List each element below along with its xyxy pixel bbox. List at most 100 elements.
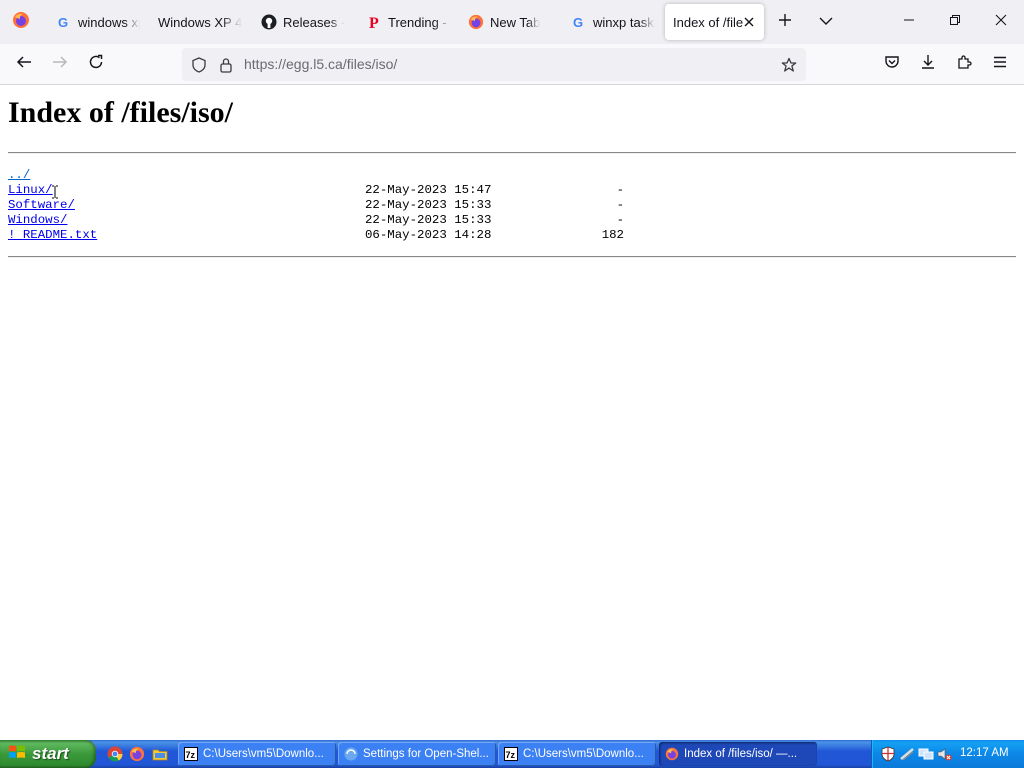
entry-date: 06-May-2023 14:28 bbox=[365, 228, 492, 242]
entry-date: 22-May-2023 15:33 bbox=[365, 198, 492, 212]
listing-row: ! README.txt 06-May-2023 14:28 182 bbox=[8, 228, 1016, 243]
taskbar-item-firefox-active[interactable]: Index of /files/iso/ —... bbox=[659, 742, 817, 766]
tab-github-releases[interactable]: Releases · O bbox=[253, 4, 353, 40]
page-heading: Index of /files/iso/ bbox=[8, 96, 234, 129]
firefox-icon bbox=[468, 14, 484, 30]
close-window-button[interactable] bbox=[978, 0, 1024, 44]
directory-listing: ../ Linux/ 22-May-2023 15:47 - Software/… bbox=[8, 168, 1016, 243]
divider-bottom bbox=[8, 256, 1016, 258]
clock[interactable]: 12:17 AM bbox=[960, 747, 1009, 759]
tab-title: Releases · O bbox=[283, 14, 345, 30]
listing-row: Windows/ 22-May-2023 15:33 - bbox=[8, 213, 1016, 228]
quicklaunch-explorer-icon[interactable] bbox=[151, 745, 169, 763]
7zip-icon: 7z bbox=[184, 747, 198, 761]
firefox-icon bbox=[665, 747, 679, 761]
tab-pinterest-trending[interactable]: P Trending - P bbox=[358, 4, 458, 40]
url-text[interactable]: https://egg.l5.ca/files/iso/ bbox=[244, 56, 397, 72]
tracking-protection-shield-icon[interactable] bbox=[190, 56, 208, 74]
windows-logo-icon bbox=[8, 743, 26, 766]
google-g-icon: G bbox=[56, 14, 72, 30]
bookmark-star-icon[interactable] bbox=[780, 56, 798, 74]
entry-size: 182 bbox=[601, 228, 624, 242]
taskbar-item-label: Index of /files/iso/ —... bbox=[684, 748, 798, 760]
plus-icon bbox=[778, 13, 792, 32]
download-icon bbox=[920, 54, 936, 75]
entry-link-readme[interactable]: ! README.txt bbox=[8, 228, 97, 243]
parent-directory-link[interactable]: ../ bbox=[8, 168, 30, 183]
network-computer-icon[interactable] bbox=[918, 746, 934, 762]
svg-text:7z: 7z bbox=[506, 750, 516, 760]
taskbar-item-7zip-2[interactable]: 7z C:\Users\vm5\Downlo... bbox=[498, 742, 656, 766]
downloads-button[interactable] bbox=[912, 48, 944, 80]
minimize-button[interactable] bbox=[886, 0, 932, 44]
network-disconnected-icon[interactable] bbox=[899, 746, 915, 762]
parent-directory-row: ../ bbox=[8, 168, 1016, 183]
listing-row: Software/ 22-May-2023 15:33 - bbox=[8, 198, 1016, 213]
taskbar-item-label: C:\Users\vm5\Downlo... bbox=[203, 748, 324, 760]
reload-icon bbox=[88, 54, 104, 75]
svg-text:P: P bbox=[369, 15, 379, 30]
entry-date: 22-May-2023 15:33 bbox=[365, 213, 492, 227]
svg-text:G: G bbox=[58, 15, 68, 29]
pocket-button[interactable] bbox=[876, 48, 908, 80]
tab-index-of-files-active[interactable]: Index of /file bbox=[665, 4, 764, 40]
entry-link-software[interactable]: Software/ bbox=[8, 198, 75, 213]
url-path: /files/iso/ bbox=[342, 56, 398, 72]
open-shell-icon bbox=[344, 747, 358, 761]
lock-icon[interactable] bbox=[217, 56, 235, 74]
pocket-icon bbox=[884, 54, 900, 75]
entry-link-linux[interactable]: Linux/ bbox=[8, 183, 53, 198]
arrow-right-icon bbox=[52, 54, 68, 75]
forward-button[interactable] bbox=[44, 48, 76, 80]
tab-title: New Tab bbox=[490, 14, 541, 30]
github-icon bbox=[261, 14, 277, 30]
taskbar-item-7zip-1[interactable]: 7z C:\Users\vm5\Downlo... bbox=[178, 742, 336, 766]
app-menu-button[interactable] bbox=[984, 48, 1016, 80]
volume-muted-icon[interactable] bbox=[936, 746, 952, 762]
quicklaunch-firefox-icon[interactable] bbox=[128, 745, 146, 763]
start-button[interactable]: start bbox=[0, 740, 96, 768]
tab-title: windows xp bbox=[78, 14, 140, 30]
reload-button[interactable] bbox=[80, 48, 112, 80]
firefox-view-button[interactable] bbox=[0, 0, 42, 44]
puzzle-piece-icon bbox=[956, 54, 972, 75]
hamburger-menu-icon bbox=[992, 54, 1008, 75]
tab-new-tab[interactable]: New Tab bbox=[460, 4, 560, 40]
svg-text:7z: 7z bbox=[186, 750, 196, 760]
google-g-icon: G bbox=[571, 14, 587, 30]
tab-title: winxp taskb bbox=[593, 14, 655, 30]
restore-button[interactable] bbox=[932, 0, 978, 44]
quicklaunch-chrome-icon[interactable] bbox=[106, 745, 124, 763]
page-content: Index of /files/iso/ ../ Linux/ 22-May-2… bbox=[0, 85, 1024, 740]
listing-row: Linux/ 22-May-2023 15:47 - bbox=[8, 183, 1016, 198]
tab-google-windows-xp[interactable]: G windows xp bbox=[48, 4, 148, 40]
tab-google-winxp-taskbar[interactable]: G winxp taskb bbox=[563, 4, 663, 40]
entry-date: 22-May-2023 15:47 bbox=[365, 183, 492, 197]
tab-strip: G windows xp Windows XP 4 | Releases · O… bbox=[0, 0, 1024, 44]
7zip-icon: 7z bbox=[504, 747, 518, 761]
text-cursor-icon bbox=[51, 185, 59, 199]
divider-top bbox=[8, 152, 1016, 154]
entry-link-windows[interactable]: Windows/ bbox=[8, 213, 68, 228]
extensions-button[interactable] bbox=[948, 48, 980, 80]
tab-title: Trending - P bbox=[388, 14, 450, 30]
entry-size: - bbox=[616, 213, 624, 227]
restore-icon bbox=[949, 13, 961, 31]
close-tab-icon[interactable] bbox=[740, 13, 758, 31]
taskbar: start 7z C:\Users\vm5\Downlo... Settings… bbox=[0, 740, 1024, 768]
minimize-icon bbox=[903, 13, 915, 31]
address-bar[interactable]: https://egg.l5.ca/files/iso/ bbox=[182, 48, 806, 81]
entry-size: - bbox=[616, 183, 624, 197]
tab-title: Index of /file bbox=[673, 14, 744, 30]
back-button[interactable] bbox=[8, 48, 40, 80]
list-all-tabs-button[interactable] bbox=[810, 6, 842, 38]
arrow-left-icon bbox=[16, 54, 32, 75]
taskbar-item-open-shell-settings[interactable]: Settings for Open-Shel... bbox=[338, 742, 496, 766]
new-tab-button[interactable] bbox=[769, 6, 801, 38]
tab-windows-xp-4[interactable]: Windows XP 4 | bbox=[150, 4, 250, 40]
navigation-toolbar: https://egg.l5.ca/files/iso/ bbox=[0, 44, 1024, 85]
tab-title: Windows XP 4 | bbox=[158, 14, 242, 30]
pinterest-icon: P bbox=[366, 14, 382, 30]
start-label: start bbox=[32, 744, 69, 763]
security-shield-icon[interactable] bbox=[880, 746, 896, 762]
